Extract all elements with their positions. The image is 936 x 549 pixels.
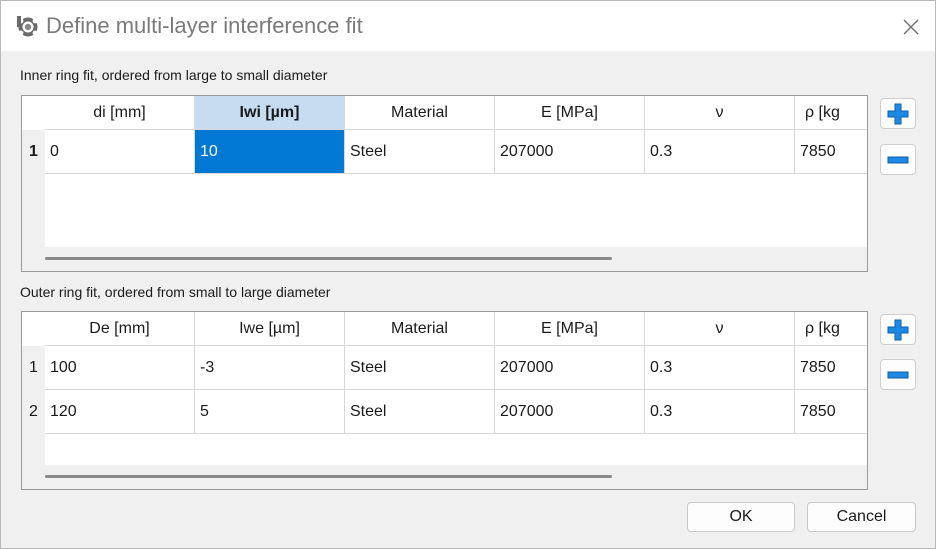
column-header[interactable]: ν xyxy=(645,96,795,130)
close-icon xyxy=(903,19,919,35)
minus-icon xyxy=(887,371,909,378)
close-button[interactable] xyxy=(897,13,925,41)
table-cell[interactable]: 207000 xyxy=(495,346,645,390)
row-number[interactable]: 1 xyxy=(22,130,45,174)
column-header[interactable]: Material xyxy=(345,96,495,130)
table-cell[interactable]: 100 xyxy=(45,346,195,390)
table-cell[interactable]: 5 xyxy=(195,390,345,434)
table-cell[interactable]: Steel xyxy=(345,346,495,390)
inner-remove-row-button[interactable] xyxy=(880,144,916,175)
table-cell[interactable]: Steel xyxy=(345,390,495,434)
outer-add-row-button[interactable] xyxy=(880,314,916,345)
scrollbar-thumb[interactable] xyxy=(45,475,612,478)
table-cell[interactable]: 7850 xyxy=(795,346,867,390)
plus-icon xyxy=(887,319,909,340)
bearing-app-icon xyxy=(17,16,38,37)
column-header[interactable]: E [MPa] xyxy=(495,96,645,130)
inner-ring-label: Inner ring fit, ordered from large to sm… xyxy=(20,67,328,83)
title-bar: Define multi-layer interference fit xyxy=(1,1,935,51)
column-header[interactable]: Material xyxy=(345,312,495,346)
column-header[interactable]: Iwi [µm] xyxy=(195,96,345,130)
row-number[interactable]: 2 xyxy=(22,390,45,434)
horizontal-scrollbar[interactable] xyxy=(22,247,867,271)
column-header[interactable]: E [MPa] xyxy=(495,312,645,346)
dialog-window: Define multi-layer interference fit Inne… xyxy=(0,0,936,549)
outer-remove-row-button[interactable] xyxy=(880,359,916,390)
table-cell[interactable]: 0 xyxy=(45,130,195,174)
column-header[interactable]: ρ [kg xyxy=(795,312,867,346)
table-cell[interactable]: 0.3 xyxy=(645,130,795,174)
plus-icon xyxy=(887,103,909,124)
table-cell[interactable]: -3 xyxy=(195,346,345,390)
inner-add-row-button[interactable] xyxy=(880,98,916,129)
cancel-button[interactable]: Cancel xyxy=(807,502,916,532)
column-header[interactable]: ν xyxy=(645,312,795,346)
inner-ring-table[interactable]: di [mm] Iwi [µm] Material E [MPa] ν ρ [kg 1 0 10… xyxy=(21,95,868,272)
table-cell[interactable]: 10 xyxy=(195,130,345,174)
table-cell[interactable]: 120 xyxy=(45,390,195,434)
empty-table-area[interactable] xyxy=(45,434,867,465)
scrollbar-thumb[interactable] xyxy=(45,257,612,260)
ok-button[interactable]: OK xyxy=(687,502,795,532)
row-number[interactable]: 1 xyxy=(22,346,45,390)
empty-table-area[interactable] xyxy=(45,174,867,247)
outer-ring-label: Outer ring fit, ordered from small to la… xyxy=(20,284,331,300)
column-header[interactable]: ρ [kg xyxy=(795,96,867,130)
window-title: Define multi-layer interference fit xyxy=(46,13,363,38)
table-cell[interactable]: 7850 xyxy=(795,390,867,434)
table-cell[interactable]: 0.3 xyxy=(645,390,795,434)
table-corner[interactable] xyxy=(22,96,45,130)
table-cell[interactable]: Steel xyxy=(345,130,495,174)
horizontal-scrollbar[interactable] xyxy=(22,465,867,489)
table-cell[interactable]: 207000 xyxy=(495,390,645,434)
column-header[interactable]: Iwe [µm] xyxy=(195,312,345,346)
minus-icon xyxy=(887,156,909,163)
column-header[interactable]: De [mm] xyxy=(45,312,195,346)
outer-ring-table[interactable]: De [mm] Iwe [µm] Material E [MPa] ν ρ [kg 1 100… xyxy=(21,311,868,490)
table-corner[interactable] xyxy=(22,312,45,346)
table-cell[interactable]: 207000 xyxy=(495,130,645,174)
column-header[interactable]: di [mm] xyxy=(45,96,195,130)
table-cell[interactable]: 7850 xyxy=(795,130,867,174)
table-cell[interactable]: 0.3 xyxy=(645,346,795,390)
